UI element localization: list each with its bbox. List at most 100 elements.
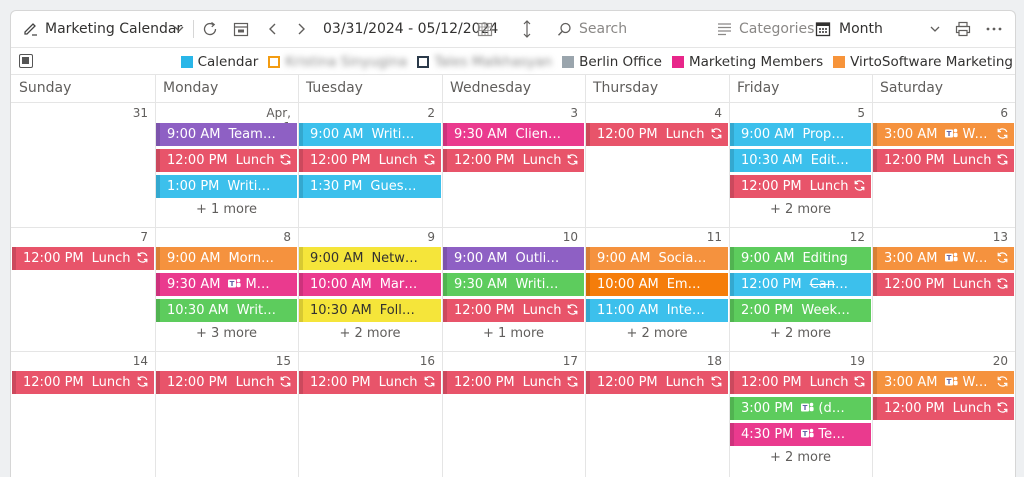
day-number[interactable]: 19 (835, 354, 865, 368)
day-number[interactable]: 20 (978, 354, 1008, 368)
date-picker-icon[interactable] (477, 11, 493, 47)
calendar-event[interactable]: 4:30 PM T Test Event (730, 423, 871, 446)
calendar-event[interactable]: 12:00 PM Lunch (299, 149, 441, 172)
calendar-event[interactable]: 12:00 PM Lunch (873, 273, 1014, 296)
calendar-event[interactable]: 12:00 PM Lunch (156, 149, 297, 172)
legend-item[interactable]: Kristina Sinyugina (268, 54, 407, 70)
more-events-link[interactable]: + 2 more (585, 324, 729, 344)
calendar-event[interactable]: 3:00 PM T (demo) ... (730, 397, 871, 420)
calendar-event[interactable]: 12:00 PM Lunch (156, 371, 297, 394)
calendar-event[interactable]: 12:00 PM Lunch (299, 371, 441, 394)
calendar-event[interactable]: 12:00 PM Lunch (12, 247, 154, 270)
more-options-icon[interactable] (985, 11, 1003, 47)
calendar-event[interactable]: 9:00 AM Networking (299, 247, 441, 270)
day-number[interactable]: 9 (405, 230, 435, 244)
legend-item[interactable]: Tales Malkhasyan (417, 54, 552, 70)
day-number[interactable]: 10 (548, 230, 578, 244)
search-input[interactable]: Search (579, 11, 709, 47)
svg-text:T: T (803, 404, 808, 412)
previous-icon[interactable] (267, 11, 279, 47)
event-title: Marketing Plan (379, 277, 441, 292)
day-number[interactable]: 5 (835, 106, 865, 120)
calendar-event[interactable]: 9:00 AM Outlining Session (443, 247, 584, 270)
calendar-event[interactable]: 9:30 AM T Marketing Sync (156, 273, 297, 296)
calendar-event[interactable]: 11:00 AM Interview ... (586, 299, 728, 322)
calendar-event[interactable]: 12:00 PM Lunch (586, 123, 728, 146)
today-calendar-icon[interactable] (233, 11, 249, 47)
calendar-event[interactable]: 10:00 AM Marketing Plan (299, 273, 441, 296)
calendar-event[interactable]: 12:00 PM Lunch (443, 299, 584, 322)
calendar-event[interactable]: 12:00 PM Lunch (873, 397, 1014, 420)
chevron-down-icon[interactable] (173, 11, 185, 47)
calendar-event[interactable]: 3:00 AM T Webinar (873, 123, 1014, 146)
day-number[interactable]: 4 (692, 106, 722, 120)
date-range[interactable]: 03/31/2024 - 05/12/2024 (323, 11, 498, 47)
view-selector[interactable]: Month (839, 11, 883, 47)
next-icon[interactable] (295, 11, 307, 47)
more-events-link[interactable]: + 2 more (729, 448, 872, 468)
day-number[interactable]: 3 (548, 106, 578, 120)
calendar-event[interactable]: 9:00 AM Social Media (586, 247, 728, 270)
day-number[interactable]: 14 (118, 354, 148, 368)
day-number[interactable]: 6 (978, 106, 1008, 120)
calendar-event[interactable]: 1:00 PM Writing (Content) (156, 175, 297, 198)
month-grid: 31Apr, 1234569:00 AMTeam Briefing12:00 P… (11, 75, 1015, 477)
calendar-event[interactable]: 12:00 PM Lunch (873, 149, 1014, 172)
more-events-link[interactable]: + 2 more (298, 324, 442, 344)
calendar-event[interactable]: 12:00 PM Lunch (443, 371, 584, 394)
day-number[interactable]: 31 (118, 106, 148, 120)
view-chevron-down-icon[interactable] (929, 11, 941, 47)
more-events-link[interactable]: + 1 more (442, 324, 585, 344)
calendar-event[interactable]: 9:00 AM Editing (730, 247, 871, 270)
calendar-event[interactable]: 3:00 AM T Webinar (873, 247, 1014, 270)
legend-toggle[interactable] (19, 54, 33, 68)
day-number[interactable]: 18 (692, 354, 722, 368)
legend-item[interactable]: VirtoSoftware Marketing (833, 54, 1013, 70)
day-number[interactable]: 8 (261, 230, 291, 244)
recurring-icon (996, 149, 1009, 172)
calendar-event[interactable]: 9:00 AM Proposal Review (730, 123, 871, 146)
calendar-event[interactable]: 12:00 PM Lunch (730, 175, 871, 198)
day-number[interactable]: 17 (548, 354, 578, 368)
day-number[interactable]: 7 (118, 230, 148, 244)
more-events-link[interactable]: + 3 more (155, 324, 298, 344)
calendar-event[interactable]: 12:00 PM Lunch (12, 371, 154, 394)
edit-title-icon[interactable] (23, 11, 39, 47)
print-icon[interactable] (955, 11, 971, 47)
calendar-event[interactable]: 2:00 PM Weekly Editing (730, 299, 871, 322)
calendar-title[interactable]: Marketing Calendar (45, 11, 182, 47)
calendar-event[interactable]: 10:30 AM Follow-up (299, 299, 441, 322)
calendar-event[interactable]: 9:30 AM Writing Session (443, 273, 584, 296)
resize-vertical-icon[interactable] (521, 11, 533, 47)
calendar-event[interactable]: 9:00 AM Team Briefing (156, 123, 297, 146)
calendar-event[interactable]: 9:30 AM Client Project (443, 123, 584, 146)
categories-button[interactable]: Categories (739, 11, 814, 47)
more-events-link[interactable]: + 2 more (729, 200, 872, 220)
calendar-event[interactable]: 1:30 PM Guest Blog... (299, 175, 441, 198)
calendar-event[interactable]: 9:00 AM Writing session (299, 123, 441, 146)
legend-item[interactable]: Marketing Members (671, 54, 823, 70)
day-number[interactable]: 13 (978, 230, 1008, 244)
calendar-event[interactable]: 10:30 AM Writing Session (156, 299, 297, 322)
weekday-monday: Monday (163, 80, 219, 96)
day-number[interactable]: 15 (261, 354, 291, 368)
calendar-event[interactable]: 12:00 PM Canceled... (730, 273, 871, 296)
calendar-event[interactable]: 10:00 AM Email Correspondence (586, 273, 728, 296)
calendar-event[interactable]: 3:00 AM T Webinar (873, 371, 1014, 394)
day-number[interactable]: 2 (405, 106, 435, 120)
more-events-link[interactable]: + 1 more (155, 200, 298, 220)
legend-item[interactable]: Berlin Office (562, 54, 662, 70)
day-number[interactable]: 16 (405, 354, 435, 368)
legend-item[interactable]: Calendar (180, 54, 258, 70)
event-time: 10:30 AM (310, 303, 372, 318)
calendar-event[interactable]: 12:00 PM Lunch (586, 371, 728, 394)
day-number[interactable]: 12 (835, 230, 865, 244)
day-number[interactable]: 11 (692, 230, 722, 244)
calendar-event[interactable]: 12:00 PM Lunch (443, 149, 584, 172)
refresh-icon[interactable] (201, 11, 219, 47)
calendar-event[interactable]: 10:30 AM Editorial Meeting (730, 149, 871, 172)
more-events-link[interactable]: + 2 more (729, 324, 872, 344)
calendar-event[interactable]: 9:00 AM Morning Review (156, 247, 297, 270)
calendar-event[interactable]: 12:00 PM Lunch (730, 371, 871, 394)
event-time: 10:00 AM (310, 277, 372, 292)
